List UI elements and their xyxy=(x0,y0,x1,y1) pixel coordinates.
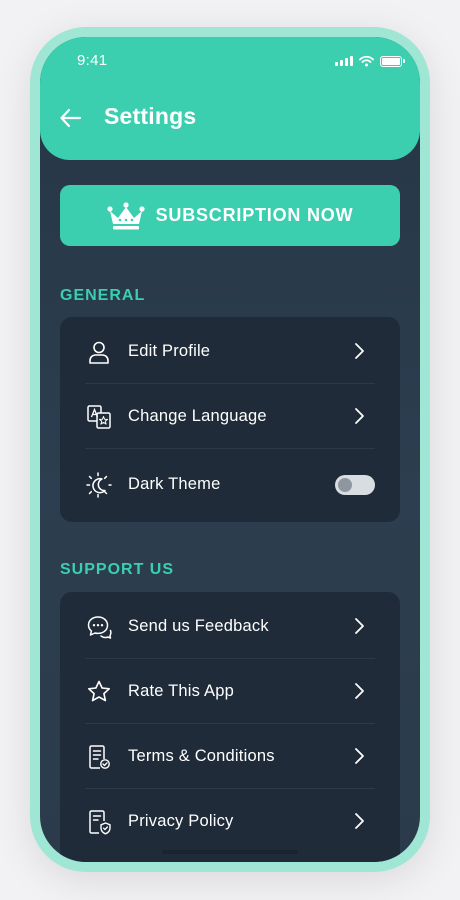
settings-item-label: Change Language xyxy=(128,407,267,425)
document-check-icon xyxy=(85,743,113,771)
signal-icon xyxy=(335,56,353,66)
chevron-right-icon xyxy=(355,343,364,359)
battery-icon xyxy=(380,55,405,67)
wifi-icon xyxy=(359,55,374,67)
support-card: Send us Feedback Rate This App Terms & C… xyxy=(60,592,400,862)
document-shield-icon xyxy=(85,808,113,836)
home-indicator xyxy=(162,850,298,854)
settings-item-feedback[interactable]: Send us Feedback xyxy=(85,594,375,659)
settings-item-edit-profile[interactable]: Edit Profile xyxy=(85,319,375,384)
settings-item-dark-theme: Dark Theme xyxy=(85,452,375,517)
chat-bubble-icon xyxy=(85,613,113,641)
translate-icon xyxy=(85,403,113,431)
dark-theme-toggle[interactable] xyxy=(335,475,375,495)
chevron-right-icon xyxy=(355,748,364,764)
toggle-knob xyxy=(338,478,352,492)
settings-item-label: Terms & Conditions xyxy=(128,747,275,765)
phone-frame: 9:41 Settings SUBSCRIPTION NOW GENERAL E… xyxy=(30,27,430,872)
chevron-right-icon xyxy=(355,408,364,424)
settings-item-label: Rate This App xyxy=(128,682,234,700)
subscription-button[interactable]: SUBSCRIPTION NOW xyxy=(60,185,400,246)
section-title-support: SUPPORT US xyxy=(60,561,175,578)
settings-item-privacy[interactable]: Privacy Policy xyxy=(85,789,375,854)
settings-item-label: Send us Feedback xyxy=(128,617,269,635)
settings-item-rate-app[interactable]: Rate This App xyxy=(85,659,375,724)
crown-icon xyxy=(106,201,145,229)
section-title-general: GENERAL xyxy=(60,287,146,304)
star-icon xyxy=(85,678,113,706)
chevron-right-icon xyxy=(355,618,364,634)
app-header: 9:41 Settings xyxy=(40,37,420,160)
chevron-right-icon xyxy=(355,683,364,699)
settings-item-label: Privacy Policy xyxy=(128,812,234,830)
chevron-right-icon xyxy=(355,813,364,829)
settings-item-change-language[interactable]: Change Language xyxy=(85,384,375,449)
status-time: 9:41 xyxy=(77,52,108,69)
general-card: Edit Profile Change Language Dark Theme xyxy=(60,317,400,522)
app-screen: 9:41 Settings SUBSCRIPTION NOW GENERAL E… xyxy=(40,37,420,862)
settings-item-label: Edit Profile xyxy=(128,342,211,360)
settings-item-label: Dark Theme xyxy=(128,475,221,493)
settings-item-terms[interactable]: Terms & Conditions xyxy=(85,724,375,789)
page-title: Settings xyxy=(104,103,197,129)
moon-sun-icon xyxy=(85,471,113,499)
subscription-label: SUBSCRIPTION NOW xyxy=(155,205,354,225)
back-arrow-icon[interactable] xyxy=(58,105,84,131)
user-icon xyxy=(85,338,113,366)
divider xyxy=(85,448,375,449)
status-icons xyxy=(335,55,405,67)
